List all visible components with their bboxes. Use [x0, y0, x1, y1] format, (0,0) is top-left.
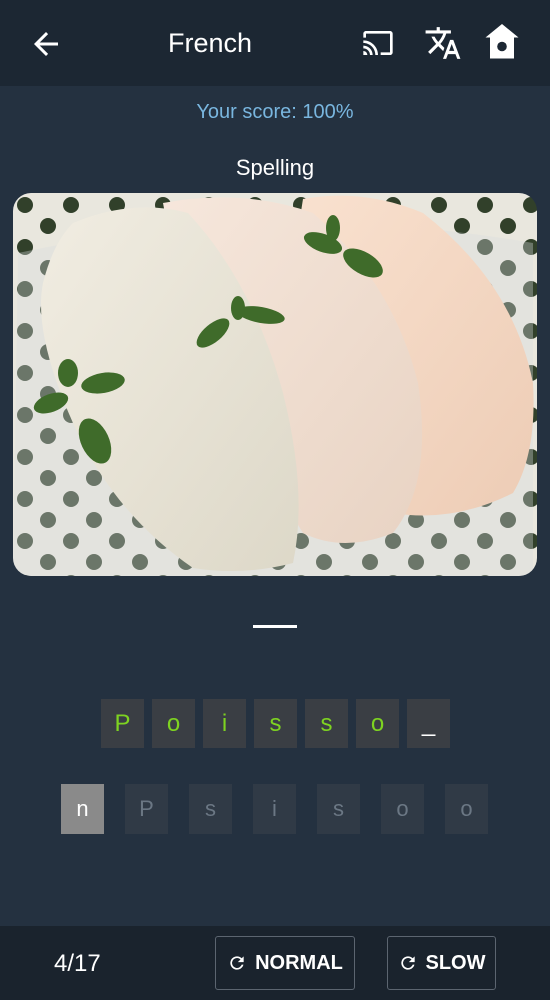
answer-tile: o	[152, 699, 195, 748]
top-app-bar: French	[0, 0, 550, 86]
replay-normal-button[interactable]: NORMAL	[215, 936, 355, 990]
translate-icon[interactable]	[424, 24, 462, 62]
answer-tile: P	[101, 699, 144, 748]
letter-choice-tile[interactable]: o	[445, 784, 488, 834]
answer-tile: s	[254, 699, 297, 748]
replay-icon	[400, 956, 415, 970]
bottom-bar: 4/17 NORMAL SLOW	[0, 926, 550, 1000]
slow-label: SLOW	[425, 951, 486, 974]
replay-icon	[230, 956, 244, 970]
page-title: French	[168, 28, 253, 58]
cast-icon[interactable]	[360, 27, 396, 59]
home-icon[interactable]	[484, 22, 520, 62]
letter-choices: n P s i s o o	[61, 784, 488, 834]
replay-slow-button[interactable]: SLOW	[387, 936, 496, 990]
letter-choice-tile[interactable]: s	[189, 784, 232, 834]
letter-choice-tile[interactable]: i	[253, 784, 296, 834]
answer-tile-empty: _	[407, 699, 450, 748]
answer-tile: o	[356, 699, 399, 748]
letter-choice-tile[interactable]: n	[61, 784, 104, 834]
answer-tile: s	[305, 699, 348, 748]
back-arrow-icon[interactable]	[28, 26, 64, 62]
letter-choice-tile[interactable]: P	[125, 784, 168, 834]
normal-label: NORMAL	[255, 951, 343, 974]
answer-tile: i	[203, 699, 246, 748]
fish-fillet-image	[13, 193, 537, 576]
answer-blank-line	[253, 625, 297, 628]
score-text: Your score: 100%	[196, 101, 354, 123]
progress-counter: 4/17	[54, 950, 101, 977]
letter-choice-tile[interactable]: s	[317, 784, 360, 834]
mode-label: Spelling	[235, 155, 315, 180]
answer-tiles: P o i s s o _	[101, 699, 450, 748]
letter-choice-tile[interactable]: o	[381, 784, 424, 834]
